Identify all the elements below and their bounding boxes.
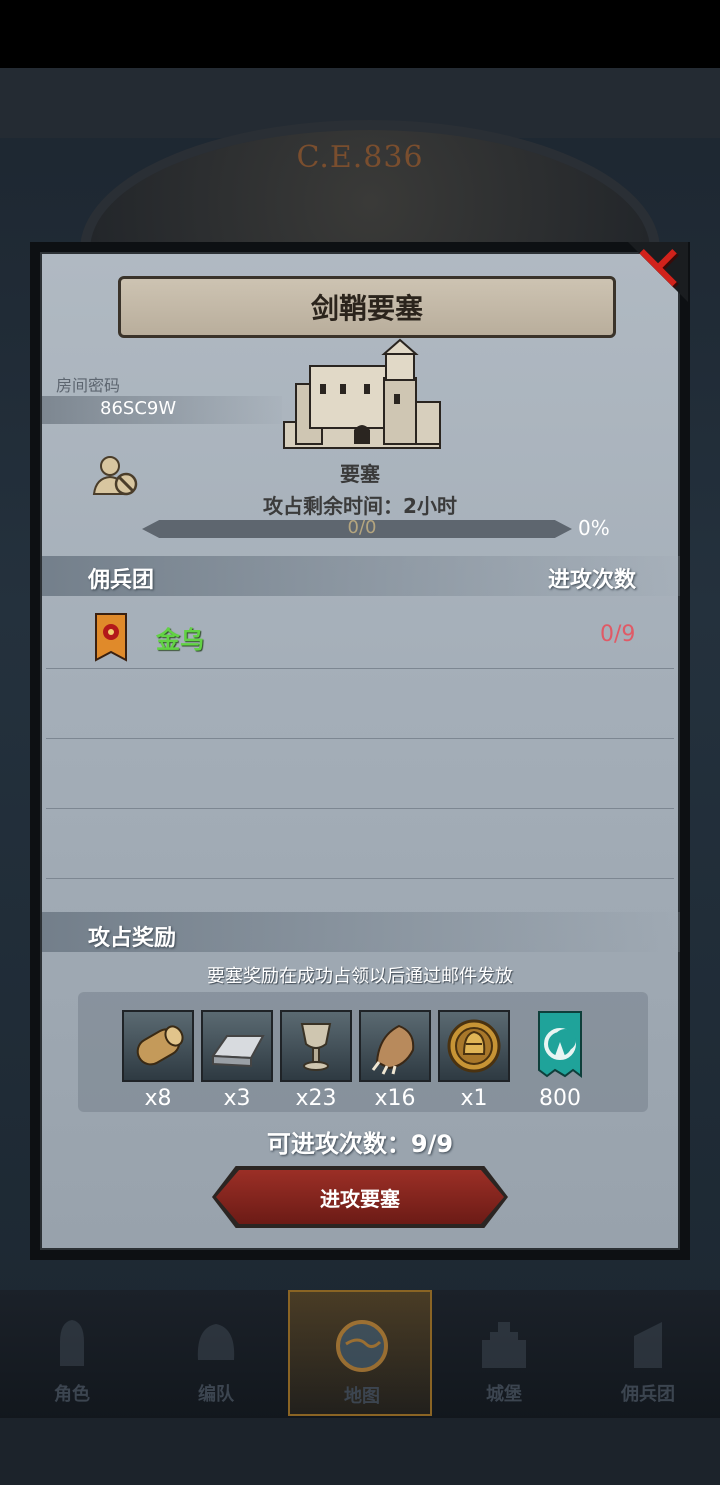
guild-banner-icon (95, 613, 127, 662)
knight-icon (60, 1320, 84, 1366)
nav-label: 城堡 (486, 1384, 522, 1405)
mercenary-icon (634, 1322, 662, 1368)
attack-count-column-title: 进攻次数 (548, 568, 637, 593)
nav-item-character[interactable]: 角色 (0, 1290, 144, 1416)
reward-quantity: x16 (374, 1086, 416, 1111)
reward-slot[interactable] (280, 1010, 352, 1082)
reward-slot[interactable] (524, 1010, 596, 1082)
attack-fortress-button[interactable]: 进攻要塞 (216, 1170, 504, 1224)
reward-quantity: x23 (295, 1086, 337, 1111)
mercenary-name[interactable]: 金乌 (156, 620, 204, 655)
fortress-castle-icon (283, 338, 441, 449)
available-attempts: 可进攻次数：9/9 (266, 1130, 454, 1158)
status-bar (0, 0, 720, 68)
reward-quantity: 800 (539, 1086, 581, 1111)
row-divider (46, 738, 674, 739)
reward-slot[interactable] (201, 1010, 273, 1082)
nav-item-mercenary[interactable]: 佣兵团 (576, 1290, 720, 1416)
reward-quantity: x1 (460, 1086, 488, 1111)
goblet-icon (300, 1023, 332, 1071)
reward-slot[interactable] (438, 1010, 510, 1082)
reward-item[interactable]: x3 (201, 1010, 273, 1111)
time-remaining: 攻占剩余时间：2小时 (263, 494, 457, 518)
guild-banner-icon (538, 1011, 582, 1078)
mercenary-attack-count: 0/9 (600, 622, 636, 647)
room-code: 86SC9W (100, 398, 177, 419)
nav-item-castle[interactable]: 城堡 (432, 1290, 576, 1416)
reward-item[interactable]: 800 (524, 1010, 596, 1111)
map-icon (336, 1320, 388, 1372)
progress-percent: 0% (578, 516, 610, 540)
progress-text: 0/0 (347, 517, 377, 538)
nav-label: 编队 (198, 1384, 234, 1405)
row-divider (46, 878, 674, 879)
reward-item[interactable]: x1 (438, 1010, 510, 1111)
room-password-label: 房间密码 (56, 376, 121, 395)
reward-section-title: 攻占奖励 (88, 926, 177, 951)
reward-note: 要塞奖励在成功占领以后通过邮件发放 (207, 966, 513, 987)
castle-icon (482, 1322, 526, 1368)
wood-log-icon (136, 1025, 184, 1066)
iron-ingot-icon (211, 1035, 265, 1068)
reward-item[interactable]: x8 (122, 1010, 194, 1111)
nav-item-formation[interactable]: 编队 (144, 1290, 288, 1416)
dialog-title: 剑鞘要塞 (118, 276, 616, 338)
row-divider (46, 808, 674, 809)
row-divider (46, 668, 674, 669)
mercenary-column-title: 佣兵团 (88, 568, 155, 593)
year-label: C.E.836 (296, 140, 424, 175)
bottom-strip (0, 1418, 720, 1485)
reward-item[interactable]: x16 (359, 1010, 431, 1111)
reward-quantity: x8 (144, 1086, 172, 1111)
helmet-icon (197, 1324, 235, 1360)
reward-quantity: x3 (223, 1086, 251, 1111)
nav-label: 角色 (54, 1384, 90, 1405)
reward-slot[interactable] (359, 1010, 431, 1082)
nav-label: 佣兵团 (621, 1384, 675, 1405)
reward-slot[interactable] (122, 1010, 194, 1082)
building-type-label: 要塞 (340, 462, 380, 486)
knight-medal-icon (447, 1019, 501, 1073)
reward-item[interactable]: x23 (280, 1010, 352, 1111)
beast-claw-icon (371, 1024, 415, 1075)
nav-label: 地图 (344, 1386, 380, 1407)
nav-item-map[interactable]: 地图 (288, 1290, 432, 1416)
